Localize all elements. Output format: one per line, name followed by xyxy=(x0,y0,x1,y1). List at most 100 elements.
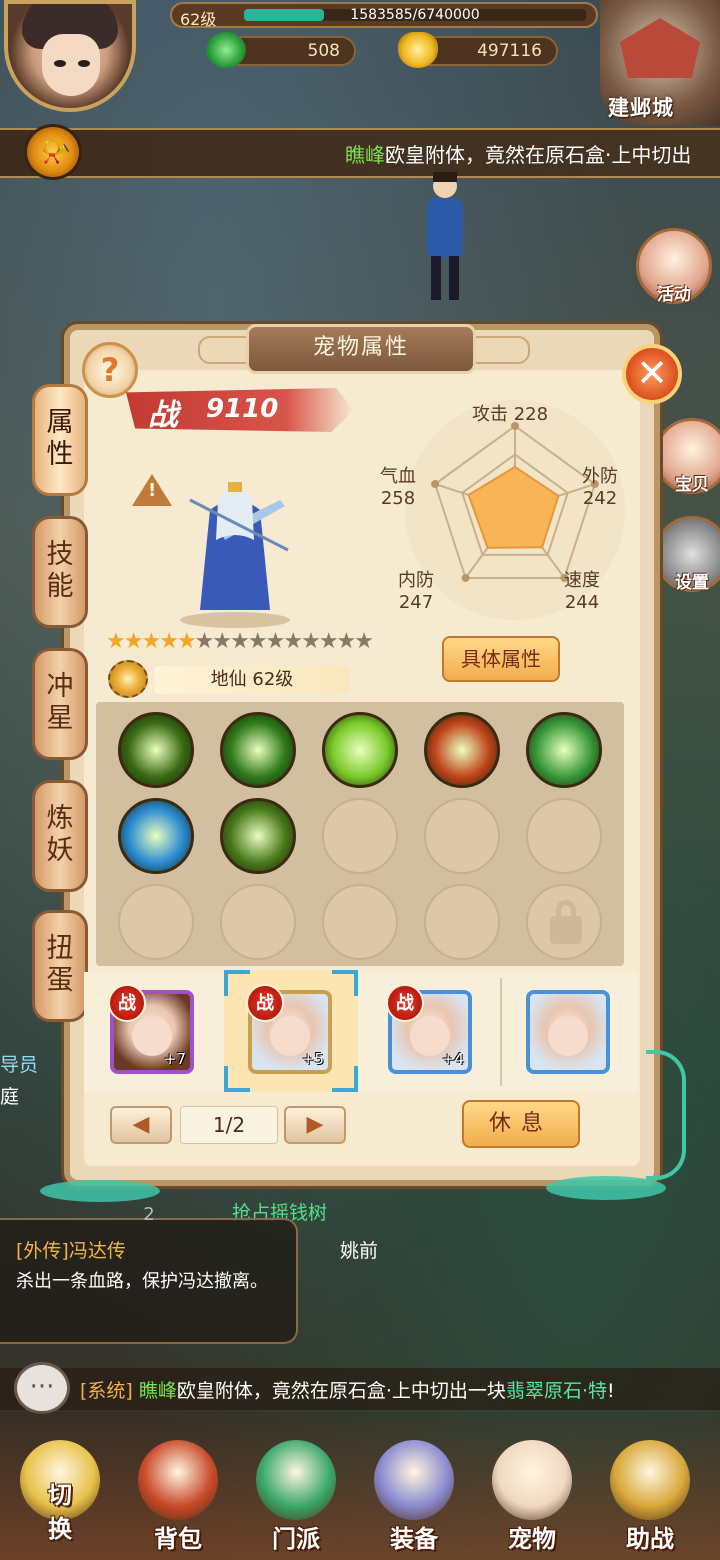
shadow-strike-skill-icon[interactable] xyxy=(220,798,296,874)
pet-enhance-level: +7 xyxy=(163,1050,186,1068)
pet-card[interactable]: 战 +5 xyxy=(246,984,332,1074)
fire-skill-icon[interactable] xyxy=(424,712,500,788)
attr-outer-def-label: 外防 xyxy=(582,466,618,487)
level-exp-bar: 62级 1583585/6740000 xyxy=(170,2,598,29)
page-indicator: 1/2 xyxy=(180,1106,278,1144)
pet-grade: 地仙 62级 xyxy=(108,660,352,698)
empty-skill-slot[interactable] xyxy=(424,884,500,960)
attr-attack-label: 攻击 xyxy=(471,404,508,425)
next-page-button[interactable]: ▶ xyxy=(284,1106,346,1144)
star-filled-icon: ★ xyxy=(159,629,179,654)
attr-inner-def-value: 247 xyxy=(398,592,434,613)
activity-button[interactable]: 活动 xyxy=(636,228,712,305)
star-empty-icon: ★ xyxy=(230,629,250,654)
gold-ingot-icon xyxy=(398,32,438,68)
pet-enhance-level: +4 xyxy=(441,1050,464,1068)
detail-attributes-button[interactable]: 具体属性 xyxy=(442,636,560,682)
map-npc-name[interactable]: 姚前 xyxy=(340,1236,378,1263)
quest-number: 2 xyxy=(143,1204,155,1225)
pet-button[interactable]: 宠物 xyxy=(480,1440,584,1556)
star-empty-icon: ★ xyxy=(318,629,339,654)
chat-end: ! xyxy=(606,1380,615,1402)
assist-label: 助战 xyxy=(626,1525,674,1553)
empty-skill-slot[interactable] xyxy=(526,798,602,874)
empty-skill-slot[interactable] xyxy=(118,884,194,960)
city-name: 建邺城 xyxy=(608,96,674,120)
map-label-guide[interactable]: 导员 xyxy=(0,1050,48,1076)
settings-button[interactable]: 设置 xyxy=(654,516,720,593)
map-label-courtyard[interactable]: 庭 xyxy=(0,1082,30,1108)
star-empty-icon: ★ xyxy=(194,629,215,654)
quest-tracker[interactable]: [外传]冯达传 杀出一条血路，保护冯达撤离。 xyxy=(0,1218,298,1344)
rest-button[interactable]: 休息 xyxy=(462,1100,580,1148)
tab-refine[interactable]: 炼 妖 xyxy=(32,780,88,892)
empty-skill-slot[interactable] xyxy=(424,798,500,874)
equipment-icon xyxy=(374,1440,454,1520)
panel-jade-ornament-left xyxy=(40,1180,160,1202)
slash-skill-icon[interactable] xyxy=(220,712,296,788)
combat-power-label: 战 xyxy=(148,398,178,433)
panel-title: 宠物属性 xyxy=(246,324,476,374)
chat-bar[interactable]: [系统] 瞧峰欧皇附体，竟然在原石盒·上中切出一块翡翠原石·特! xyxy=(0,1368,720,1410)
treasure-label: 宝贝 xyxy=(675,475,709,495)
chat-item: 翡翠原石·特 xyxy=(505,1380,607,1402)
battle-tag: 战 xyxy=(386,984,424,1022)
horn-icon[interactable]: 📯 xyxy=(24,124,82,180)
player-avatar[interactable] xyxy=(4,0,136,112)
shadow-face-skill-icon[interactable] xyxy=(118,712,194,788)
prev-page-button[interactable]: ◀ xyxy=(110,1106,172,1144)
bag-button[interactable]: 背包 xyxy=(126,1440,230,1556)
star-empty-icon: ★ xyxy=(336,629,357,654)
pet-figure xyxy=(180,482,290,628)
chat-bubble-icon[interactable]: ··· xyxy=(14,1362,70,1414)
treasure-button[interactable]: 宝贝 xyxy=(654,418,720,495)
vortex-skill-icon[interactable] xyxy=(118,798,194,874)
city-button[interactable]: 建邺城 xyxy=(600,0,720,126)
assist-button[interactable]: 助战 xyxy=(598,1440,702,1556)
empty-skill-slot[interactable] xyxy=(220,884,296,960)
skill-grid xyxy=(96,702,624,966)
pet-card[interactable]: 战 +4 xyxy=(386,984,472,1074)
attr-speed-value: 244 xyxy=(564,592,600,613)
star-empty-icon: ★ xyxy=(265,629,286,654)
warning-icon[interactable]: ! xyxy=(132,474,172,506)
broadcast-player-name: 瞧峰 xyxy=(345,143,385,167)
star-empty-icon: ★ xyxy=(283,629,303,654)
sect-button[interactable]: 门派 xyxy=(244,1440,348,1556)
chat-text: 欧皇附体，竟然在原石盒·上中切出一块 xyxy=(176,1380,506,1402)
empty-skill-slot[interactable] xyxy=(322,884,398,960)
attr-outer-def-value: 242 xyxy=(582,488,618,509)
switch-button[interactable]: 切 换 xyxy=(8,1440,112,1556)
locked-slot-lock-icon[interactable] xyxy=(526,884,602,960)
broadcast-text: 瞧峰欧皇附体，竟然在原石盒·上中切出 xyxy=(345,139,690,168)
star-filled-icon: ★ xyxy=(176,629,197,654)
pet-label: 宠物 xyxy=(508,1525,556,1553)
quest-title: [外传]冯达传 xyxy=(16,1240,126,1262)
pet-card[interactable] xyxy=(526,990,610,1074)
attr-inner-def-label: 内防 xyxy=(398,570,434,591)
tab-star-up[interactable]: 冲 星 xyxy=(32,648,88,760)
help-button[interactable]: ? xyxy=(82,342,138,398)
star-empty-icon: ★ xyxy=(247,629,268,654)
jade-vine-decor xyxy=(646,1050,686,1180)
equipment-button[interactable]: 装备 xyxy=(362,1440,466,1556)
battle-tag: 战 xyxy=(246,984,284,1022)
tab-attributes[interactable]: 属 性 xyxy=(32,384,88,496)
pet-icon xyxy=(492,1440,572,1520)
attr-hp: 气血 258 xyxy=(368,462,428,509)
map-hero-figure[interactable] xyxy=(415,170,475,310)
switch-label: 切 换 xyxy=(48,1481,72,1543)
quest-description: 杀出一条血路，保护冯达撤离。 xyxy=(16,1271,268,1292)
gear-icon xyxy=(108,660,148,698)
tab-skills[interactable]: 技 能 xyxy=(32,516,88,628)
burst-skill-icon[interactable] xyxy=(322,712,398,788)
star-filled-icon: ★ xyxy=(141,629,161,654)
city-building-icon xyxy=(620,18,700,78)
pet-card[interactable]: 战 +7 xyxy=(108,984,194,1074)
pet-grade-text: 地仙 62级 xyxy=(154,666,350,694)
exp-text: 1583585/6740000 xyxy=(350,7,480,23)
attr-hp-value: 258 xyxy=(380,488,416,509)
bamboo-skill-icon[interactable] xyxy=(526,712,602,788)
tab-gacha[interactable]: 扭 蛋 xyxy=(32,910,88,1022)
empty-skill-slot[interactable] xyxy=(322,798,398,874)
